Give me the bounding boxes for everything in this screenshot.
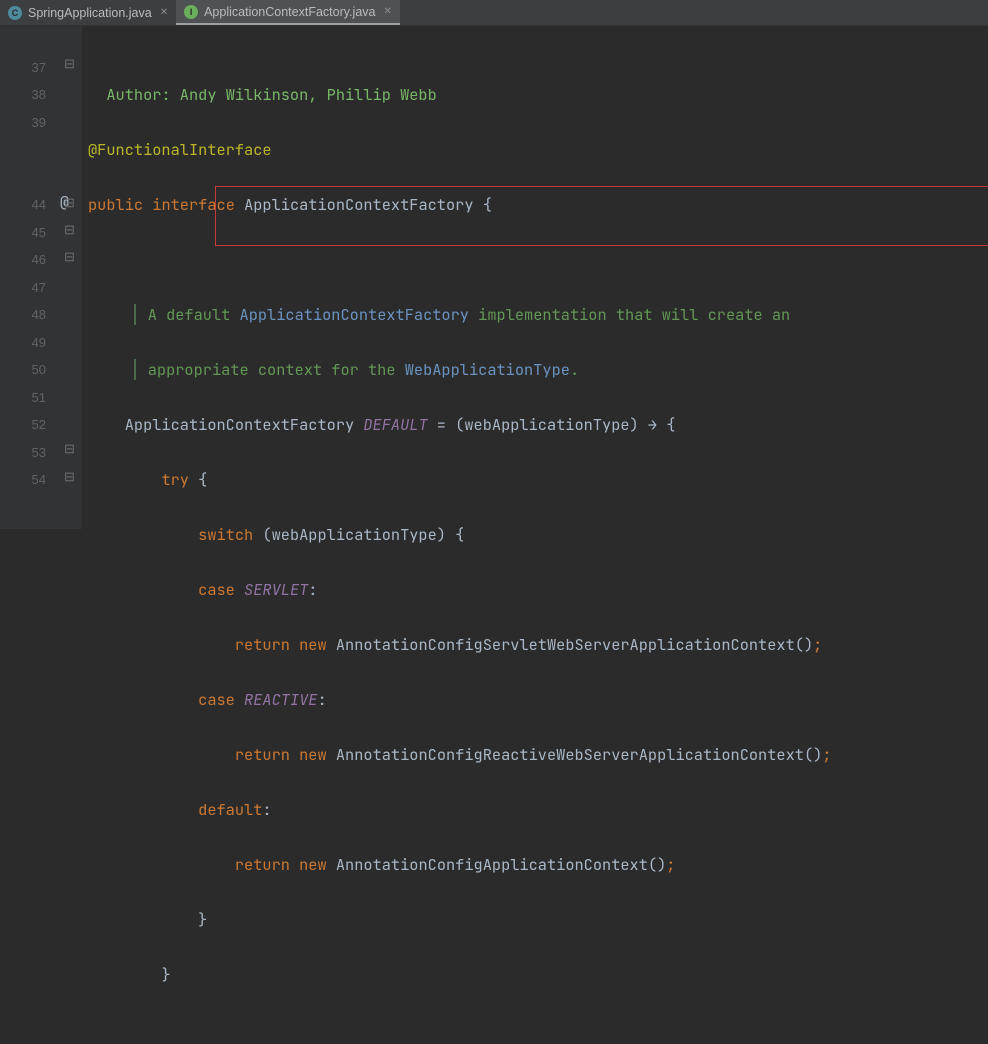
code-editor[interactable]: 37 38 39 44 45 46 47 48 49 50 51 52 53 5…	[0, 26, 988, 529]
tab-label: ApplicationContextFactory.java	[204, 5, 375, 19]
fold-icon[interactable]: ⊟	[64, 248, 75, 265]
code-line: public interface ApplicationContextFacto…	[88, 191, 988, 219]
code-line: case REACTIVE:	[88, 686, 988, 714]
code-line: }	[88, 906, 988, 934]
code-line	[88, 246, 988, 274]
line-gutter: 37 38 39 44 45 46 47 48 49 50 51 52 53 5…	[0, 26, 60, 529]
annotation-gutter: @ ⊟ ⊟ ⊟ ⊟ ⊟ ⊟	[60, 26, 82, 529]
fold-icon[interactable]: ⊟	[64, 55, 75, 72]
tab-spring-application[interactable]: C SpringApplication.java ✕	[0, 0, 176, 25]
class-icon: C	[8, 6, 22, 20]
fold-icon[interactable]: ⊟	[64, 221, 75, 238]
code-line: switch (webApplicationType) {	[88, 521, 988, 549]
code-line: A default ApplicationContextFactory impl…	[88, 301, 988, 329]
tab-label: SpringApplication.java	[28, 6, 152, 20]
code-line: try {	[88, 466, 988, 494]
tab-application-context-factory[interactable]: I ApplicationContextFactory.java ✕	[176, 0, 400, 25]
interface-icon: I	[184, 5, 198, 19]
code-line: appropriate context for the WebApplicati…	[88, 356, 988, 384]
close-icon[interactable]: ✕	[383, 6, 391, 17]
code-line: @FunctionalInterface	[88, 136, 988, 164]
fold-end-icon[interactable]: ⊟	[64, 440, 75, 457]
code-line: ApplicationContextFactory DEFAULT = (web…	[88, 411, 988, 439]
fold-end-icon[interactable]: ⊟	[64, 468, 75, 485]
code-line: }	[88, 961, 988, 989]
code-line: default:	[88, 796, 988, 824]
code-line: return new AnnotationConfigServletWebSer…	[88, 631, 988, 659]
fold-icon[interactable]: ⊟	[64, 194, 75, 211]
code-line: return new AnnotationConfigReactiveWebSe…	[88, 741, 988, 769]
close-icon[interactable]: ✕	[160, 7, 168, 18]
code-line: Author: Andy Wilkinson, Phillip Webb	[88, 81, 988, 109]
code-line: case SERVLET:	[88, 576, 988, 604]
code-area[interactable]: Author: Andy Wilkinson, Phillip Webb @Fu…	[82, 26, 988, 529]
code-line: return new AnnotationConfigApplicationCo…	[88, 851, 988, 879]
editor-tabs: C SpringApplication.java ✕ I Application…	[0, 0, 988, 26]
